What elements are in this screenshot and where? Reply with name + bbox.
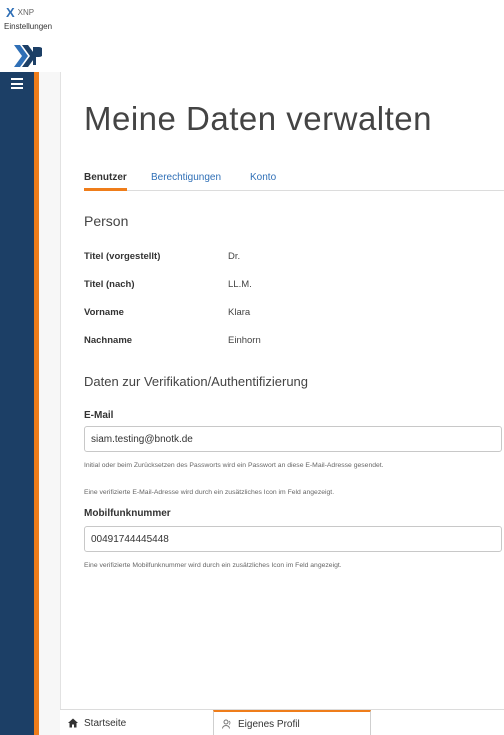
mobile-label: Mobilfunknummer bbox=[84, 508, 171, 519]
mobile-number-field[interactable] bbox=[84, 526, 502, 552]
tab-benutzer[interactable]: Benutzer bbox=[84, 172, 127, 191]
bottom-tab-startseite[interactable]: Startseite bbox=[60, 710, 208, 735]
tab-konto[interactable]: Konto bbox=[250, 172, 276, 191]
email-label: E-Mail bbox=[84, 410, 114, 421]
field-value-titel-vorgestellt: Dr. bbox=[228, 251, 241, 262]
menu-hamburger-icon[interactable] bbox=[11, 78, 23, 89]
content-gutter bbox=[39, 72, 60, 735]
field-label-titel-nach: Titel (nach) bbox=[84, 279, 135, 290]
sidebar bbox=[0, 72, 34, 735]
app-x-icon: X bbox=[6, 5, 15, 20]
field-label-nachname: Nachname bbox=[84, 335, 133, 346]
bottom-tab-label: Startseite bbox=[84, 717, 127, 729]
xnp-logo-icon bbox=[14, 45, 42, 67]
field-label-vorname: Vorname bbox=[84, 307, 124, 318]
app-identity: X XNP bbox=[6, 6, 34, 19]
section-title-person: Person bbox=[84, 213, 129, 229]
field-value-vorname: Klara bbox=[228, 307, 251, 318]
window-title: Einstellungen bbox=[4, 22, 53, 31]
home-icon bbox=[68, 718, 78, 728]
field-label-titel-vorgestellt: Titel (vorgestellt) bbox=[84, 251, 161, 262]
app-name: XNP bbox=[17, 8, 35, 17]
bottom-tab-bar: Startseite Eigenes Profil bbox=[60, 709, 504, 735]
bottom-tab-label: Eigenes Profil bbox=[238, 718, 300, 730]
section-title-verification: Daten zur Verifikation/Authentifizierung bbox=[84, 374, 309, 389]
tab-bar: Benutzer Berechtigungen Konto bbox=[84, 172, 504, 191]
email-field[interactable] bbox=[84, 426, 502, 452]
field-value-nachname: Einhorn bbox=[228, 335, 261, 346]
page-title: Meine Daten verwalten bbox=[84, 100, 433, 137]
tab-berechtigungen[interactable]: Berechtigungen bbox=[151, 172, 221, 191]
email-hint-reset: Initial oder beim Zurücksetzen des Passw… bbox=[84, 462, 384, 469]
window-header: X XNP Einstellungen bbox=[0, 0, 504, 72]
email-hint-verified: Eine verifizierte E-Mail-Adresse wird du… bbox=[84, 489, 335, 496]
bottom-tab-eigenes-profil[interactable]: Eigenes Profil bbox=[213, 710, 371, 735]
mobile-hint-verified: Eine verifizierte Mobilfunknummer wird d… bbox=[84, 562, 342, 569]
person-icon bbox=[222, 719, 231, 729]
field-value-titel-nach: LL.M. bbox=[228, 279, 252, 290]
